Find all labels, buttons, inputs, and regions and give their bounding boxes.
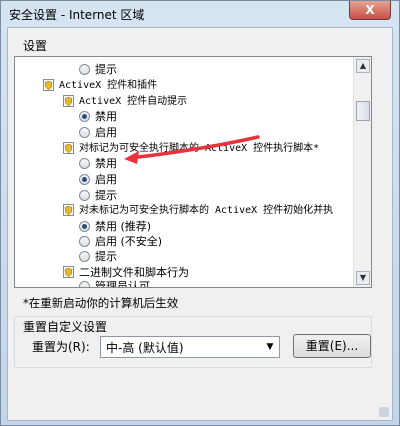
vertical-scrollbar[interactable]: ▲ ▼ bbox=[353, 57, 371, 287]
reset-level-value: 中-高 (默认值) bbox=[106, 341, 184, 355]
settings-tree: 提示 ActiveX 控件和插件 ActiveX 控件自动提示 禁用 启用 对标记为可安全… bbox=[15, 57, 352, 287]
radio-button[interactable] bbox=[79, 127, 90, 138]
title-bar: 安全设置 - Internet 区域 X bbox=[1, 1, 399, 25]
setting-label: 启用 bbox=[95, 173, 117, 186]
radio-button[interactable] bbox=[79, 281, 90, 287]
setting-label: 禁用 bbox=[95, 110, 117, 123]
reset-button[interactable]: 重置(E)... bbox=[293, 334, 371, 358]
window-title: 安全设置 - Internet 区域 bbox=[9, 8, 145, 22]
radio-button[interactable] bbox=[79, 64, 90, 75]
radio-button[interactable] bbox=[79, 221, 90, 232]
reset-group-label: 重置自定义设置 bbox=[23, 320, 108, 334]
radio-button[interactable] bbox=[79, 251, 90, 262]
scrollbar-thumb[interactable] bbox=[356, 101, 370, 121]
setting-label: 对未标记为可安全执行脚本的 ActiveX 控件初始化并执 bbox=[79, 205, 334, 216]
radio-button[interactable] bbox=[79, 174, 90, 185]
radio-button[interactable] bbox=[79, 190, 90, 201]
setting-label: 提示 bbox=[95, 189, 117, 202]
setting-label: 管理员认可 bbox=[95, 280, 150, 287]
settings-list[interactable]: 提示 ActiveX 控件和插件 ActiveX 控件自动提示 禁用 启用 对标记为可安全… bbox=[14, 56, 372, 288]
setting-label: 对标记为可安全执行脚本的 ActiveX 控件执行脚本* bbox=[79, 143, 320, 154]
radio-button[interactable] bbox=[79, 158, 90, 169]
scroll-down-button[interactable]: ▼ bbox=[356, 271, 370, 285]
setting-label: ActiveX 控件自动提示 bbox=[79, 96, 188, 107]
shield-settings-icon bbox=[63, 142, 74, 154]
setting-label: 二进制文件和脚本行为 bbox=[79, 266, 189, 279]
radio-button[interactable] bbox=[79, 236, 90, 247]
setting-label: 启用 bbox=[95, 126, 117, 139]
close-button[interactable]: X bbox=[349, 1, 391, 20]
radio-button[interactable] bbox=[79, 111, 90, 122]
setting-label: 禁用 (推荐) bbox=[95, 220, 152, 233]
restart-note: *在重新启动你的计算机后生效 bbox=[23, 296, 179, 310]
shield-settings-icon bbox=[43, 79, 54, 91]
shield-settings-icon bbox=[63, 204, 74, 216]
scroll-up-button[interactable]: ▲ bbox=[356, 59, 370, 73]
setting-label: 禁用 bbox=[95, 157, 117, 170]
setting-label: 启用 (不安全) bbox=[95, 235, 163, 248]
setting-label: 提示 bbox=[95, 63, 117, 76]
setting-label: 提示 bbox=[95, 250, 117, 263]
setting-label: ActiveX 控件和插件 bbox=[59, 80, 158, 91]
settings-group-label: 设置 bbox=[23, 39, 48, 53]
shield-settings-icon bbox=[63, 95, 74, 107]
reset-to-label: 重置为(R): bbox=[32, 340, 90, 354]
shield-settings-icon bbox=[63, 266, 74, 278]
chevron-down-icon[interactable]: ▼ bbox=[261, 337, 279, 357]
watermark-logo-icon bbox=[379, 407, 389, 417]
reset-level-select[interactable]: 中-高 (默认值) ▼ bbox=[100, 336, 280, 358]
